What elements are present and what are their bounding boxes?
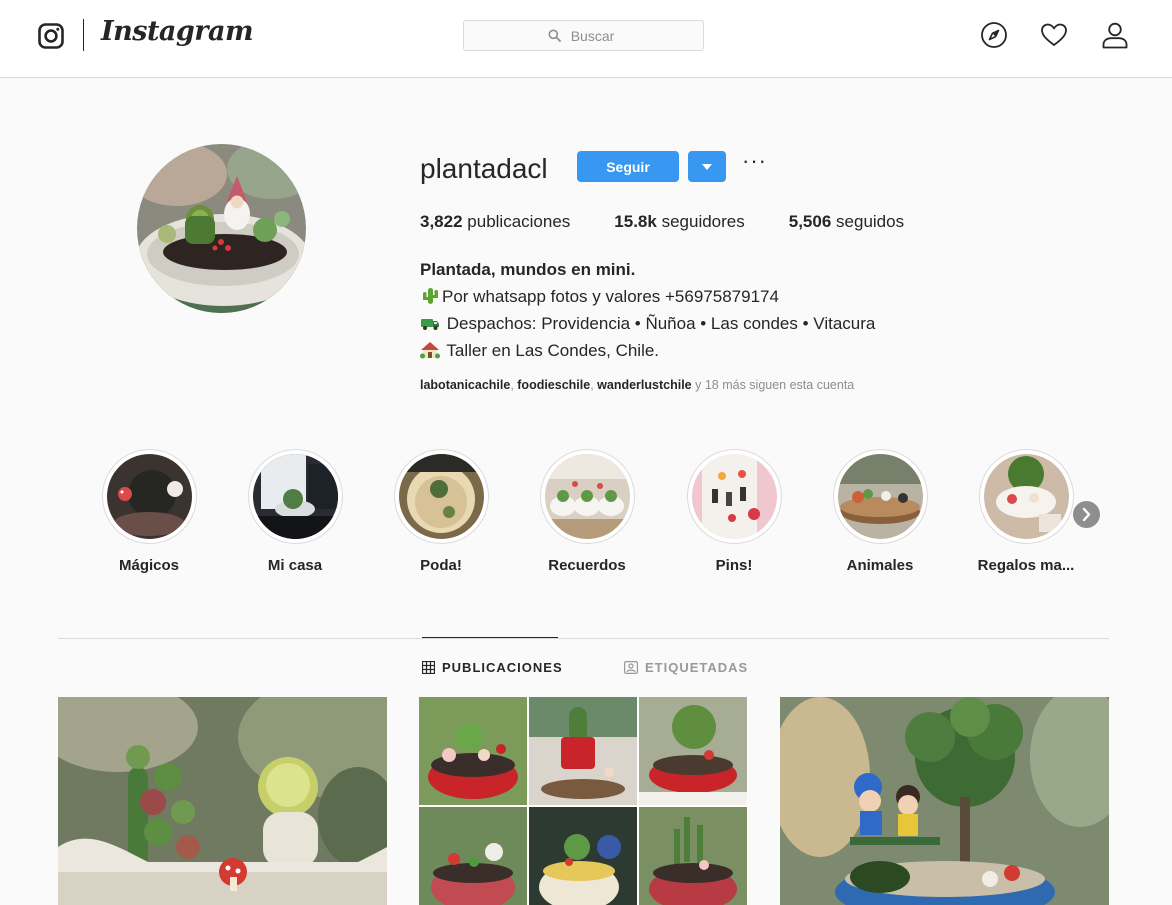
search-box[interactable] bbox=[463, 20, 704, 51]
top-navbar: Instagram bbox=[0, 0, 1172, 78]
search-input[interactable] bbox=[464, 21, 703, 50]
more-options-icon[interactable]: ··· bbox=[742, 150, 766, 177]
highlight-cover bbox=[106, 454, 192, 539]
highlight-cover bbox=[544, 454, 630, 539]
tab-publicaciones[interactable]: PUBLICACIONES bbox=[422, 660, 563, 675]
highlight-ring bbox=[978, 449, 1074, 544]
tagged-person-icon bbox=[624, 661, 638, 674]
caret-down-icon bbox=[702, 163, 712, 170]
highlight-cover bbox=[837, 454, 923, 539]
brand-divider bbox=[83, 19, 84, 51]
active-tab-indicator bbox=[422, 637, 558, 638]
follower-account-3[interactable]: wanderlustchile bbox=[597, 378, 691, 392]
explore-compass-icon[interactable] bbox=[980, 21, 1008, 49]
tab-etiquetadas[interactable]: ETIQUETADAS bbox=[624, 660, 748, 675]
profile-stats: 3,822 publicaciones 15.8k seguidores 5,5… bbox=[420, 211, 948, 233]
instagram-wordmark[interactable]: Instagram bbox=[101, 16, 254, 47]
house-garden-emoji-icon bbox=[420, 342, 440, 359]
post-image bbox=[780, 697, 1109, 905]
profile-username: plantadacl bbox=[420, 153, 548, 184]
chevron-right-icon bbox=[1082, 507, 1091, 522]
collage-tile bbox=[419, 807, 527, 905]
highlight-item[interactable]: Mi casa bbox=[235, 449, 355, 574]
highlight-ring bbox=[686, 449, 782, 544]
follower-account-1[interactable]: labotanicachile bbox=[420, 378, 510, 392]
post-thumbnail[interactable] bbox=[780, 697, 1109, 905]
stat-posts[interactable]: 3,822 publicaciones bbox=[420, 211, 570, 233]
following-label: seguidos bbox=[836, 212, 905, 231]
highlight-item[interactable]: Recuerdos bbox=[527, 449, 647, 574]
tab-etiquetadas-label: ETIQUETADAS bbox=[645, 660, 749, 675]
following-count: 5,506 bbox=[788, 212, 832, 231]
highlight-ring bbox=[247, 449, 343, 544]
tabs-divider bbox=[58, 638, 1109, 639]
bio-whatsapp-text: Por whatsapp fotos y valores +5697587917… bbox=[442, 287, 779, 306]
collage-tile bbox=[419, 697, 527, 805]
highlight-item[interactable]: Regalos ma... bbox=[966, 449, 1086, 574]
delivery-truck-emoji-icon bbox=[421, 319, 439, 330]
activity-heart-icon[interactable] bbox=[1040, 21, 1068, 49]
highlight-label: Recuerdos bbox=[548, 557, 626, 574]
highlight-cover bbox=[398, 454, 484, 539]
follower-account-2[interactable]: foodieschile bbox=[517, 378, 590, 392]
highlight-ring bbox=[832, 449, 928, 544]
bio-line-workshop: Taller en Las Condes, Chile. bbox=[420, 337, 875, 364]
stat-followers[interactable]: 15.8k seguidores bbox=[614, 211, 744, 233]
followed-by-more[interactable]: y 18 más siguen esta cuenta bbox=[692, 378, 854, 392]
highlight-item[interactable]: Mágicos bbox=[89, 449, 209, 574]
profile-avatar[interactable] bbox=[137, 144, 306, 313]
collage-tile bbox=[639, 807, 747, 905]
followers-label: seguidores bbox=[661, 212, 745, 231]
avatar-photo bbox=[137, 144, 306, 313]
posts-count: 3,822 bbox=[420, 212, 463, 231]
highlight-ring bbox=[539, 449, 635, 544]
profile-person-icon[interactable] bbox=[1101, 21, 1129, 49]
highlight-cover bbox=[252, 454, 338, 539]
post-thumbnail[interactable] bbox=[58, 697, 387, 905]
profile-bio: Plantada, mundos en mini. Por whatsapp f… bbox=[420, 256, 875, 364]
highlight-item[interactable]: Pins! bbox=[674, 449, 794, 574]
posts-label: publicaciones bbox=[467, 212, 571, 231]
stat-following[interactable]: 5,506 seguidos bbox=[789, 211, 904, 233]
bio-name: Plantada, mundos en mini. bbox=[420, 260, 636, 279]
highlight-cover bbox=[983, 454, 1069, 539]
post-thumbnail[interactable] bbox=[419, 697, 748, 905]
highlight-label: Mi casa bbox=[267, 557, 323, 574]
highlight-item[interactable]: Poda! bbox=[381, 449, 501, 574]
grid-icon bbox=[422, 661, 435, 674]
instagram-logo-icon[interactable] bbox=[38, 23, 64, 49]
post-image bbox=[58, 697, 387, 905]
highlight-ring bbox=[393, 449, 489, 544]
highlight-label: Regalos ma... bbox=[977, 557, 1075, 574]
followers-count: 15.8k bbox=[614, 212, 657, 231]
highlight-label: Poda! bbox=[420, 557, 462, 574]
highlight-label: Mágicos bbox=[118, 557, 179, 574]
highlight-ring bbox=[101, 449, 197, 544]
tab-publicaciones-label: PUBLICACIONES bbox=[442, 660, 563, 675]
bio-workshop-text: Taller en Las Condes, Chile. bbox=[442, 341, 660, 360]
followed-by[interactable]: labotanicachile, foodieschile, wanderlus… bbox=[420, 378, 854, 392]
highlight-cover bbox=[691, 454, 777, 539]
highlights-next-button[interactable] bbox=[1073, 501, 1100, 528]
suggestions-dropdown-button[interactable] bbox=[688, 151, 726, 182]
collage-tile bbox=[639, 697, 747, 805]
highlight-label: Pins! bbox=[715, 557, 753, 574]
follow-button[interactable]: Seguir bbox=[577, 151, 679, 182]
bio-line-delivery: Despachos: Providencia • Ñuñoa • Las con… bbox=[420, 310, 875, 337]
bio-delivery-text: Despachos: Providencia • Ñuñoa • Las con… bbox=[442, 314, 876, 333]
bio-line-whatsapp: Por whatsapp fotos y valores +5697587917… bbox=[420, 283, 875, 310]
cactus-emoji-icon bbox=[423, 288, 438, 304]
highlight-item[interactable]: Animales bbox=[820, 449, 940, 574]
highlight-label: Animales bbox=[846, 557, 914, 574]
collage-tile bbox=[529, 697, 637, 805]
collage-tile bbox=[529, 807, 637, 905]
